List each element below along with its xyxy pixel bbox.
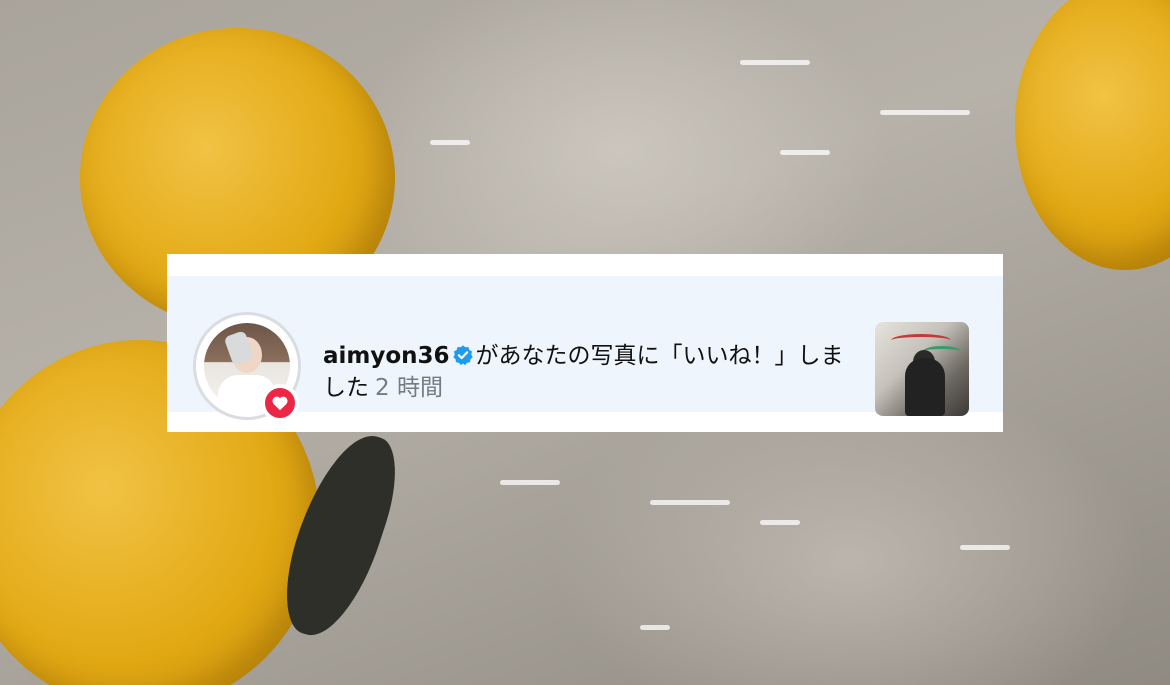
water-ripple <box>640 625 670 630</box>
post-thumbnail[interactable] <box>875 322 969 416</box>
timestamp: 2 時間 <box>375 375 443 401</box>
verified-badge-icon <box>452 345 473 366</box>
water-ripple <box>960 545 1010 550</box>
water-ripple <box>760 520 800 525</box>
notification-text: aimyon36 があなたの写真に「いいね！」しました 2 時間 <box>323 340 863 404</box>
username-link[interactable]: aimyon36 <box>323 343 450 369</box>
like-notification[interactable]: aimyon36 があなたの写真に「いいね！」しました 2 時間 <box>167 254 1003 432</box>
heart-icon-shape <box>272 396 288 411</box>
thumbnail-person <box>905 358 945 416</box>
water-ripple <box>780 150 830 155</box>
water-ripple <box>880 110 970 115</box>
water-ripple <box>740 60 810 65</box>
notification-row[interactable]: aimyon36 があなたの写真に「いいね！」しました 2 時間 <box>167 276 1003 422</box>
water-ripple <box>500 480 560 485</box>
water-ripple <box>650 500 730 505</box>
water-ripple <box>430 140 470 145</box>
heart-icon <box>261 384 299 422</box>
fruit-image <box>1015 0 1170 270</box>
